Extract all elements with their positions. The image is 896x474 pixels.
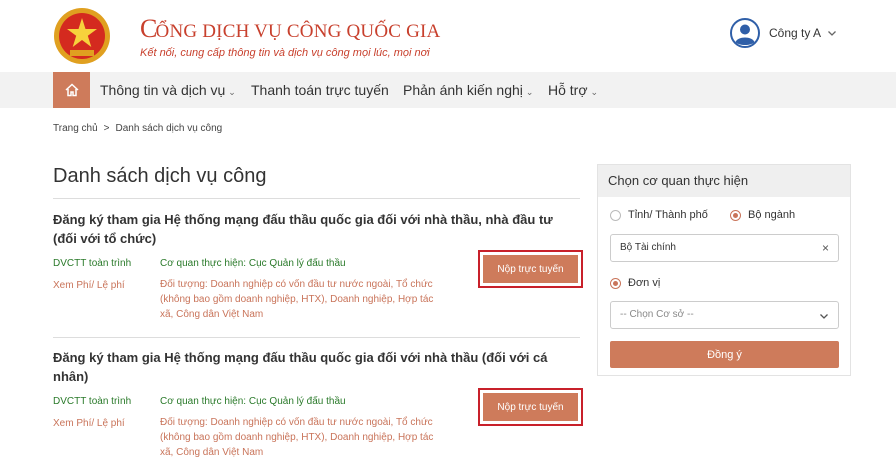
service-target-line: xã, Công dân Việt Nam: [160, 447, 264, 458]
nav-item-label: Phản ánh kiến nghị: [403, 82, 523, 98]
service-item: Đăng ký tham gia Hệ thống mạng đấu thầu …: [53, 348, 583, 474]
nav-item-feedback[interactable]: Phản ánh kiến nghị ⌄: [403, 72, 533, 108]
service-target-line: (không bao gồm doanh nghiệp, HTX), Doanh…: [160, 294, 434, 305]
site-title[interactable]: CỔNG DỊCH VỤ CÔNG QUỐC GIA: [140, 14, 440, 44]
service-title-line: nhân): [53, 369, 89, 384]
site-subtitle: Kết nối, cung cấp thông tin và dịch vụ c…: [140, 47, 430, 59]
nav-item-label: Thông tin và dịch vụ: [100, 82, 226, 98]
service-title-line: Đăng ký tham gia Hệ thống mạng đấu thầu …: [53, 212, 553, 227]
national-emblem-icon[interactable]: [52, 6, 112, 66]
service-target-line: Đối tượng: Doanh nghiệp có vốn đầu tư nư…: [160, 279, 433, 290]
radio-ministry-label: Bộ ngành: [748, 209, 796, 221]
highlight-box: Nộp trực tuyến: [478, 388, 583, 426]
radio-province-label: Tỉnh/ Thành phố: [628, 209, 708, 221]
radio-ministry[interactable]: Bộ ngành: [730, 209, 795, 221]
service-title[interactable]: Đăng ký tham gia Hệ thống mạng đấu thầu …: [53, 348, 580, 386]
divider: [53, 337, 580, 338]
breadcrumb: Trang chủ > Danh sách dịch vụ công: [53, 123, 222, 134]
radio-province[interactable]: Tỉnh/ Thành phố: [610, 209, 708, 221]
radio-unit-control[interactable]: [610, 277, 621, 289]
divider: [53, 198, 580, 199]
site-header: CỔNG DỊCH VỤ CÔNG QUỐC GIA Kết nối, cung…: [0, 0, 896, 72]
service-target: Đối tượng: Doanh nghiệp có vốn đầu tư nư…: [160, 415, 472, 460]
agency-filter-panel: Chọn cơ quan thực hiện Tỉnh/ Thành phố B…: [597, 164, 851, 376]
service-title[interactable]: Đăng ký tham gia Hệ thống mạng đấu thầu …: [53, 210, 580, 248]
service-fee-link[interactable]: Xem Phí/ Lệ phí: [53, 416, 125, 431]
agree-button[interactable]: Đồng ý: [610, 341, 839, 368]
submit-online-button[interactable]: Nộp trực tuyến: [483, 393, 578, 421]
nav-home-button[interactable]: [53, 72, 90, 108]
nav-item-online-payment[interactable]: Thanh toán trực tuyến: [251, 72, 389, 108]
breadcrumb-home-link[interactable]: Trang chủ: [53, 123, 98, 134]
breadcrumb-current: Danh sách dịch vụ công: [115, 123, 223, 134]
service-title-line: (đối với tổ chức): [53, 231, 157, 246]
user-menu[interactable]: Công ty A: [730, 18, 837, 48]
service-fee-link[interactable]: Xem Phí/ Lệ phí: [53, 278, 125, 293]
breadcrumb-separator: >: [103, 123, 110, 134]
agency-filter-title: Chọn cơ quan thực hiện: [598, 165, 850, 197]
chevron-down-icon: [820, 314, 828, 319]
service-agency: Cơ quan thực hiện: Cục Quản lý đấu thầu: [160, 258, 346, 269]
service-target-line: xã, Công dân Việt Nam: [160, 309, 264, 320]
clear-icon[interactable]: ×: [822, 235, 829, 261]
service-target-line: (không bao gồm doanh nghiệp, HTX), Doanh…: [160, 432, 434, 443]
ministry-select[interactable]: Bộ Tài chính ×: [610, 234, 839, 262]
service-target: Đối tượng: Doanh nghiệp có vốn đầu tư nư…: [160, 277, 472, 322]
chevron-down-icon: [828, 31, 836, 36]
chevron-down-icon: ⌄: [228, 87, 236, 97]
base-select[interactable]: -- Chọn Cơ sở --: [610, 301, 839, 329]
user-avatar-icon: [730, 18, 760, 48]
service-item: Đăng ký tham gia Hệ thống mạng đấu thầu …: [53, 210, 583, 340]
home-icon: [64, 83, 79, 97]
nav-item-label: Thanh toán trực tuyến: [251, 82, 389, 98]
chevron-down-icon: ⌄: [525, 87, 534, 97]
service-type: DVCTT toàn trình: [53, 258, 132, 269]
nav-item-label: Hỗ trợ: [548, 82, 588, 98]
service-agency: Cơ quan thực hiện: Cục Quản lý đấu thầu: [160, 396, 346, 407]
service-target-line: Đối tượng: Doanh nghiệp có vốn đầu tư nư…: [160, 417, 433, 428]
service-type: DVCTT toàn trình: [53, 396, 132, 407]
page-title: Danh sách dịch vụ công: [53, 165, 267, 187]
radio-province-control[interactable]: [610, 209, 621, 221]
ministry-select-value: Bộ Tài chính: [620, 242, 676, 253]
chevron-down-icon: ⌄: [590, 87, 599, 97]
radio-unit-label: Đơn vị: [628, 277, 661, 289]
service-title-line: Đăng ký tham gia Hệ thống mạng đấu thầu …: [53, 350, 548, 365]
highlight-box: Nộp trực tuyến: [478, 250, 583, 288]
radio-ministry-control[interactable]: [730, 209, 741, 221]
submit-online-button[interactable]: Nộp trực tuyến: [483, 255, 578, 283]
nav-item-info-services[interactable]: Thông tin và dịch vụ ⌄: [100, 72, 236, 108]
main-nav: Thông tin và dịch vụ ⌄ Thanh toán trực tu…: [0, 72, 896, 108]
base-select-placeholder: -- Chọn Cơ sở --: [620, 309, 694, 320]
nav-item-support[interactable]: Hỗ trợ ⌄: [548, 72, 598, 108]
user-name: Công ty A: [769, 26, 822, 40]
site-title-rest: ỔNG DỊCH VỤ CÔNG QUỐC GIA: [155, 21, 441, 42]
radio-unit[interactable]: Đơn vị: [610, 277, 660, 289]
